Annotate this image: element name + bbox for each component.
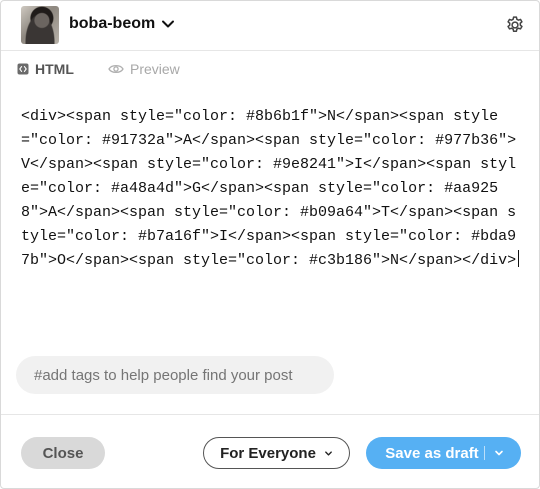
split-divider (484, 446, 485, 460)
blog-name: boba-beom (69, 15, 156, 32)
tab-preview[interactable]: Preview (108, 61, 180, 77)
editor-header: boba-beom (1, 1, 539, 51)
audience-label: For Everyone (220, 444, 316, 462)
tab-preview-label: Preview (130, 61, 180, 77)
tags-input[interactable]: #add tags to help people find your post (16, 356, 334, 394)
text-caret (518, 250, 520, 267)
post-editor-window: boba-beom HTML Preview <div><span style=… (0, 0, 540, 489)
tab-html-label: HTML (35, 61, 74, 77)
blog-switcher[interactable]: boba-beom (69, 15, 175, 33)
chevron-down-icon (325, 450, 332, 456)
save-as-draft-button[interactable]: Save as draft (366, 437, 521, 469)
html-code-editor[interactable]: <div><span style="color: #8b6b1f">N</spa… (21, 105, 521, 345)
chevron-down-icon[interactable] (494, 448, 504, 458)
close-button[interactable]: Close (21, 437, 105, 469)
save-label: Save as draft (385, 444, 479, 462)
eye-icon (108, 64, 124, 74)
tags-placeholder: #add tags to help people find your post (34, 366, 293, 384)
code-text: <div><span style="color: #8b6b1f">N</spa… (21, 108, 517, 269)
audience-dropdown[interactable]: For Everyone (203, 437, 350, 469)
code-icon (17, 63, 29, 75)
editor-mode-tabs: HTML Preview (1, 51, 539, 87)
gear-icon[interactable] (505, 15, 525, 35)
tab-html[interactable]: HTML (17, 61, 74, 77)
avatar[interactable] (21, 6, 59, 44)
editor-footer: Close For Everyone Save as draft (1, 414, 539, 488)
chevron-down-icon (162, 20, 175, 28)
